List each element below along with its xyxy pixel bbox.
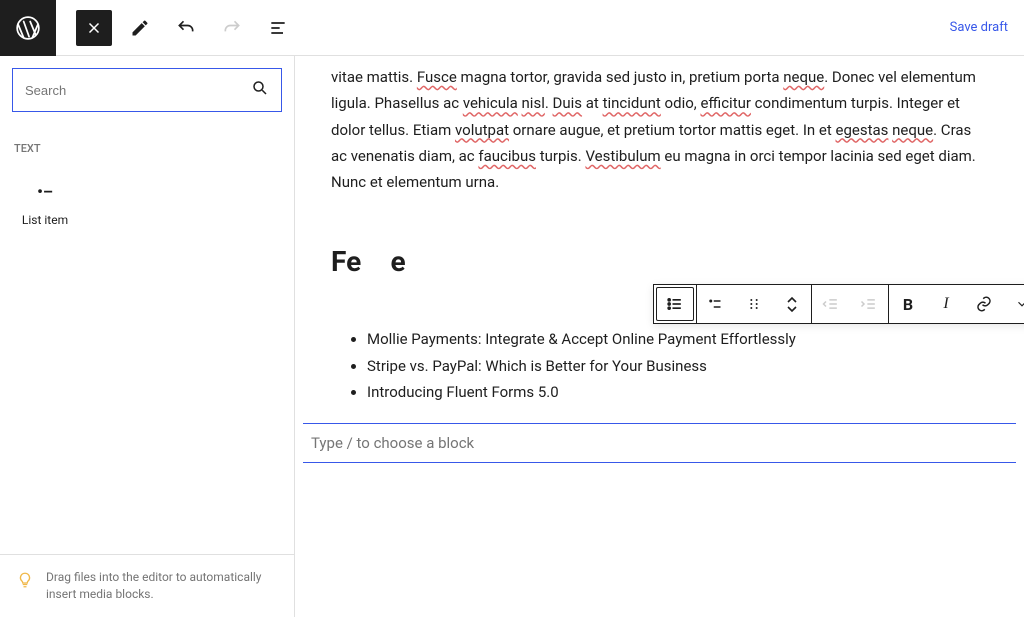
wordpress-logo[interactable] xyxy=(0,0,56,56)
outdent-button[interactable] xyxy=(812,285,850,323)
edit-tool-button[interactable] xyxy=(122,10,158,46)
list-item[interactable]: Introducing Fluent Forms 5.0 xyxy=(367,379,988,405)
block-inserter-sidebar: Text •– List item Drag files into the ed… xyxy=(0,56,295,617)
block-type-list-button[interactable] xyxy=(656,287,694,321)
indent-button[interactable] xyxy=(850,285,888,323)
paragraph-block[interactable]: vitae mattis. Fusce magna tortor, gravid… xyxy=(331,64,988,195)
list-item[interactable]: Stripe vs. PayPal: Which is Better for Y… xyxy=(367,353,988,379)
undo-button[interactable] xyxy=(168,10,204,46)
block-item-label: List item xyxy=(22,213,68,227)
hint-text: Drag files into the editor to automatica… xyxy=(46,569,278,603)
default-block-appender[interactable]: Type / to choose a block xyxy=(303,423,1016,463)
editor-canvas[interactable]: vitae mattis. Fusce magna tortor, gravid… xyxy=(295,56,1024,617)
lightbulb-icon xyxy=(16,571,34,593)
top-toolbar: Save draft xyxy=(0,0,1024,56)
heading-partial-right[interactable]: e xyxy=(390,245,405,278)
list-style-unordered-button[interactable] xyxy=(697,285,735,323)
more-rich-text-button[interactable] xyxy=(1003,285,1024,323)
sidebar-section-text: Text xyxy=(0,124,294,163)
block-item-list-item[interactable]: •– List item xyxy=(0,163,90,243)
document-overview-button[interactable] xyxy=(260,10,296,46)
list-block[interactable]: Mollie Payments: Integrate & Accept Onli… xyxy=(331,326,988,405)
link-button[interactable] xyxy=(965,285,1003,323)
close-inserter-button[interactable] xyxy=(76,10,112,46)
list-item-icon: •– xyxy=(37,179,53,203)
list-item[interactable]: Mollie Payments: Integrate & Accept Onli… xyxy=(367,326,988,352)
drag-handle[interactable] xyxy=(735,285,773,323)
move-up-down-button[interactable] xyxy=(773,285,811,323)
save-draft-button[interactable]: Save draft xyxy=(950,20,1008,35)
media-hint: Drag files into the editor to automatica… xyxy=(0,554,294,617)
heading-partial-left[interactable]: Fe xyxy=(331,245,361,278)
block-toolbar: B I xyxy=(653,284,1024,324)
search-input-wrap[interactable] xyxy=(12,68,282,112)
italic-button[interactable]: I xyxy=(927,285,965,323)
search-icon xyxy=(251,79,269,101)
redo-button[interactable] xyxy=(214,10,250,46)
bold-button[interactable]: B xyxy=(889,285,927,323)
search-input[interactable] xyxy=(25,83,251,98)
